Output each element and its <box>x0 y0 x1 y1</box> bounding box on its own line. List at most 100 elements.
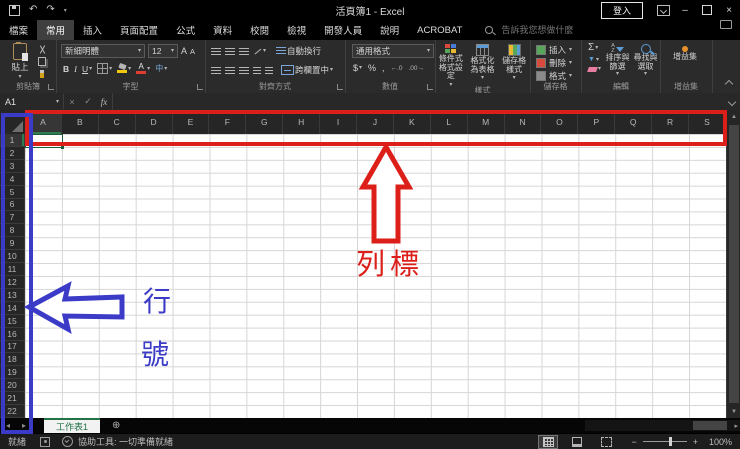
column-header-M[interactable]: M <box>468 110 505 134</box>
underline-button[interactable]: U ▾ <box>82 64 92 74</box>
paste-dropdown-icon[interactable]: ▾ <box>18 74 21 80</box>
save-icon[interactable] <box>9 4 20 16</box>
sign-in-button[interactable]: 登入 <box>600 1 643 19</box>
row-header-9[interactable]: 9 <box>0 237 25 251</box>
phonetic-guide-button[interactable]: 中 ▾ <box>155 64 167 73</box>
cut-icon[interactable] <box>38 45 46 53</box>
undo-icon[interactable]: ↶ <box>29 5 37 15</box>
minimize-button[interactable]: – <box>674 0 696 20</box>
row-header-4[interactable]: 4 <box>0 172 25 186</box>
ribbon-tab-開發人員[interactable]: 開發人員 <box>315 20 371 40</box>
row-header-17[interactable]: 17 <box>0 340 25 354</box>
number-format-combo[interactable]: 通用格式 ▾ <box>352 44 434 58</box>
decrease-decimal-button[interactable]: .00→ <box>408 65 424 72</box>
row-header-7[interactable]: 7 <box>0 211 25 225</box>
ribbon-tab-公式[interactable]: 公式 <box>167 20 204 40</box>
shrink-font-button[interactable]: A <box>190 47 195 56</box>
comma-button[interactable]: , <box>382 63 385 73</box>
row-header-10[interactable]: 10 <box>0 250 25 264</box>
new-sheet-icon[interactable]: ⊕ <box>100 420 132 431</box>
row-header-6[interactable]: 6 <box>0 198 25 212</box>
addins-button[interactable]: 增益集 <box>672 46 698 62</box>
zoom-slider[interactable] <box>642 437 687 446</box>
column-header-F[interactable]: F <box>209 110 247 134</box>
ribbon-tab-資料[interactable]: 資料 <box>204 20 241 40</box>
ribbon-tab-插入[interactable]: 插入 <box>74 20 111 40</box>
align-middle-icon[interactable] <box>225 47 235 55</box>
font-color-button[interactable]: A ▾ <box>136 63 150 74</box>
column-header-B[interactable]: B <box>62 110 99 134</box>
copy-icon[interactable] <box>38 57 46 66</box>
row-header-5[interactable]: 5 <box>0 185 25 199</box>
column-header-P[interactable]: P <box>578 110 616 134</box>
insert-cells-button[interactable]: 插入 ▾ <box>536 43 581 56</box>
row-header-20[interactable]: 20 <box>0 379 25 393</box>
autosum-button[interactable]: Σ ▾ <box>588 43 601 53</box>
format-painter-icon[interactable] <box>40 70 44 78</box>
formula-input[interactable] <box>112 93 724 110</box>
row-header-11[interactable]: 11 <box>0 263 25 276</box>
ribbon-tab-ACROBAT[interactable]: ACROBAT <box>408 20 471 40</box>
ribbon-tab-file[interactable]: 檔案 <box>0 20 37 40</box>
prev-sheet-icon[interactable]: ◂ <box>0 421 16 430</box>
scroll-up-icon[interactable]: ▲ <box>727 110 740 123</box>
zoom-out-button[interactable]: − <box>631 437 636 447</box>
page-break-view-button[interactable] <box>597 436 615 448</box>
column-header-D[interactable]: D <box>136 110 173 134</box>
font-name-combo[interactable]: 新細明體 ▾ <box>61 44 145 58</box>
insert-function-icon[interactable]: fx <box>96 97 112 107</box>
percent-button[interactable]: % <box>368 63 376 73</box>
select-all-button[interactable] <box>0 110 26 135</box>
font-dialog-launcher[interactable] <box>197 84 203 90</box>
ribbon-tab-常用[interactable]: 常用 <box>37 20 75 40</box>
column-header-O[interactable]: O <box>541 110 579 134</box>
number-dialog-launcher[interactable] <box>427 84 433 90</box>
row-header-1[interactable]: 1 <box>0 134 25 147</box>
row-header-14[interactable]: 14 <box>0 301 25 315</box>
column-header-N[interactable]: N <box>505 110 542 134</box>
normal-view-button[interactable] <box>538 434 559 449</box>
bold-button[interactable]: B <box>63 64 69 74</box>
sort-filter-button[interactable]: AZ 排序與篩選 ▾ <box>604 43 631 77</box>
column-header-S[interactable]: S <box>689 110 726 134</box>
clear-button[interactable]: ▾ <box>587 66 601 72</box>
align-left-icon[interactable] <box>211 66 221 74</box>
comment-icon[interactable] <box>720 20 732 29</box>
column-header-Q[interactable]: Q <box>615 110 653 134</box>
column-header-J[interactable]: J <box>357 110 394 134</box>
selected-cell-a1[interactable] <box>25 134 64 149</box>
orientation-button[interactable]: ▾ <box>253 47 266 56</box>
collapse-ribbon-icon[interactable] <box>724 79 734 89</box>
delete-cells-button[interactable]: 刪除 ▾ <box>536 56 581 69</box>
redo-icon[interactable]: ↷ <box>46 5 54 15</box>
align-bottom-icon[interactable] <box>239 47 249 55</box>
increase-indent-icon[interactable] <box>265 66 273 74</box>
row-header-18[interactable]: 18 <box>0 353 25 367</box>
row-header-19[interactable]: 19 <box>0 366 25 380</box>
row-header-16[interactable]: 16 <box>0 327 25 341</box>
column-header-E[interactable]: E <box>173 110 210 134</box>
paste-button[interactable]: 貼上 ▾ <box>5 42 35 80</box>
vertical-scrollbar[interactable]: ▲ ▼ <box>726 110 740 418</box>
ribbon-tab-校閱[interactable]: 校閱 <box>241 20 278 40</box>
ribbon-tab-頁面配置[interactable]: 頁面配置 <box>111 20 167 40</box>
tell-me-search[interactable] <box>485 20 720 40</box>
enter-icon[interactable]: ✓ <box>80 96 96 107</box>
column-header-K[interactable]: K <box>394 110 431 134</box>
scroll-right-icon[interactable]: ▸ <box>734 422 738 430</box>
ribbon-tab-檢視[interactable]: 檢視 <box>278 20 315 40</box>
align-center-icon[interactable] <box>225 66 235 74</box>
font-size-combo[interactable]: 12 ▾ <box>148 44 178 58</box>
italic-button[interactable]: I <box>74 64 77 74</box>
next-sheet-icon[interactable]: ▸ <box>16 421 32 430</box>
column-header-G[interactable]: G <box>246 110 284 134</box>
row-header-22[interactable]: 22 <box>0 405 25 418</box>
align-right-icon[interactable] <box>239 66 249 74</box>
zoom-level[interactable]: 100% <box>698 437 740 447</box>
cancel-icon[interactable]: × <box>64 97 80 107</box>
row-header-2[interactable]: 2 <box>0 146 25 160</box>
borders-button[interactable]: ▾ <box>97 63 112 74</box>
decrease-indent-icon[interactable] <box>253 66 261 74</box>
qat-customize-icon[interactable]: ▾ <box>64 7 67 14</box>
find-select-button[interactable]: 尋找與選取 ▾ <box>632 44 659 77</box>
